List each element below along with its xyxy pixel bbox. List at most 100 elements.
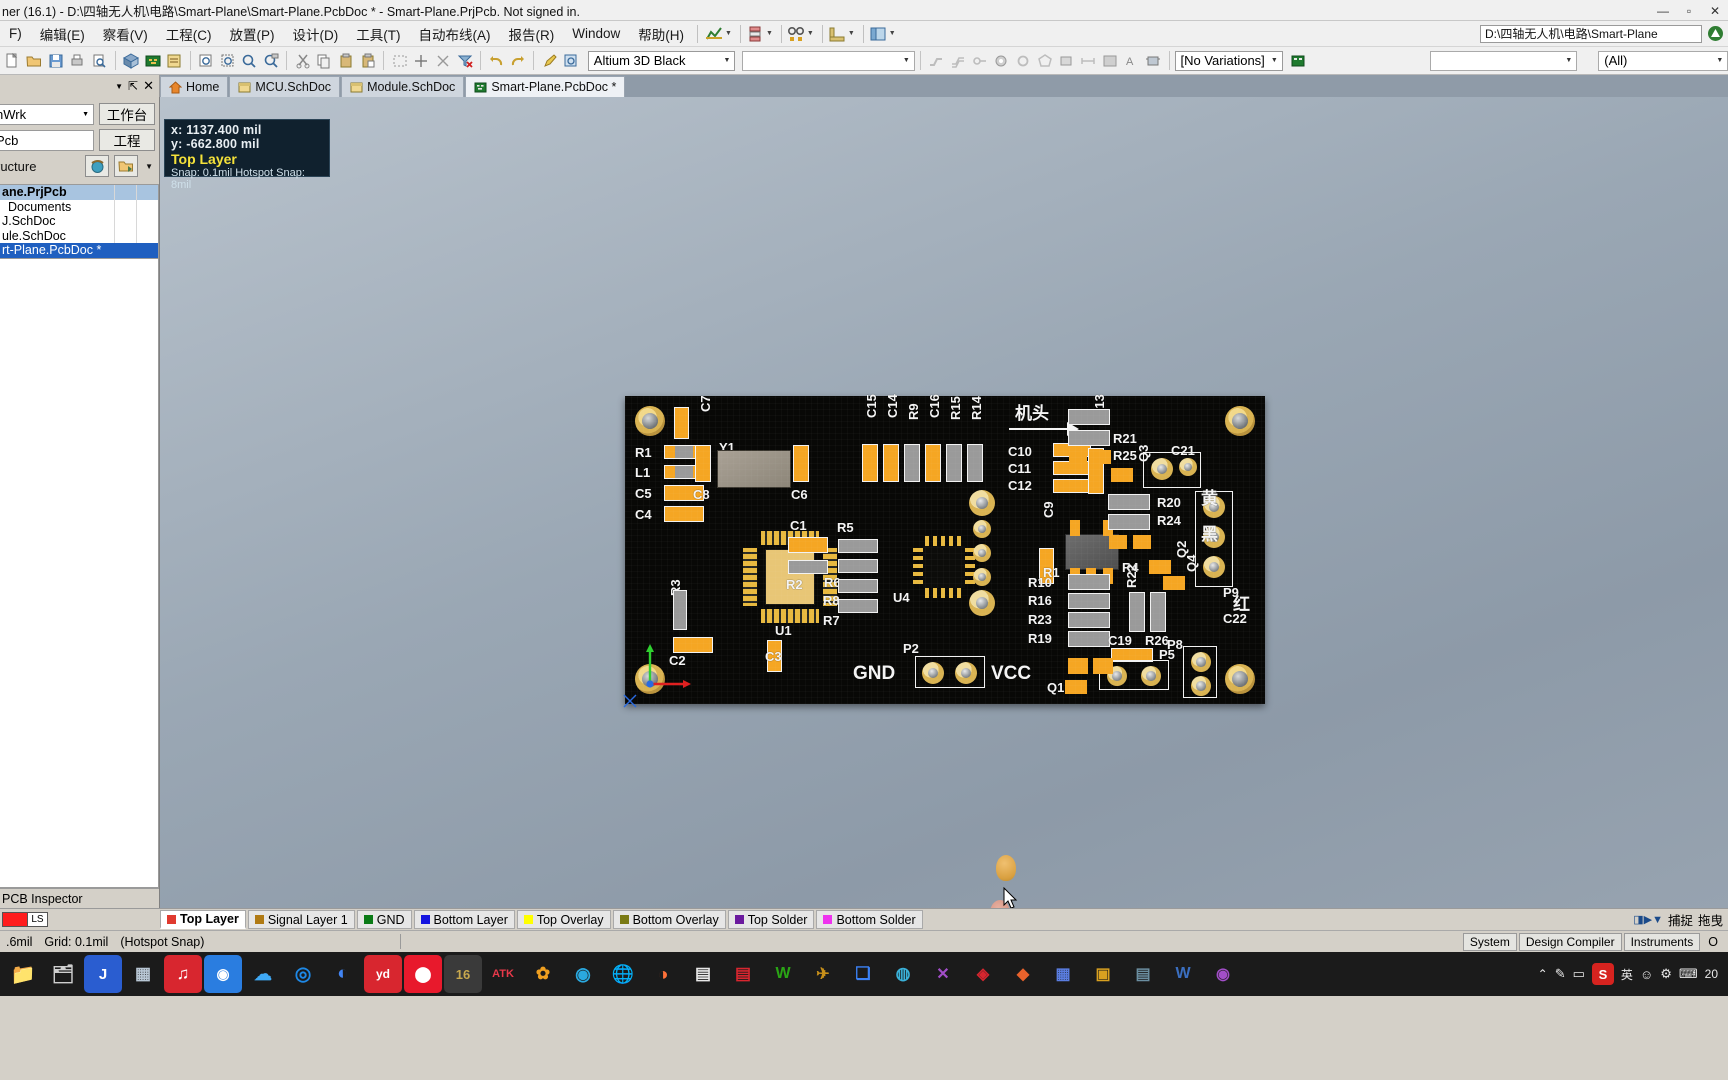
app4-icon[interactable]: ◉ [1204, 955, 1242, 993]
tray-chevron-icon[interactable]: ⌃ [1538, 967, 1548, 981]
p5-pin-2[interactable] [1141, 666, 1161, 686]
layer-tab-signal-layer-1[interactable]: Signal Layer 1 [247, 910, 355, 929]
pad-r15[interactable] [946, 444, 962, 482]
pad-c7[interactable] [674, 407, 689, 439]
via-5[interactable] [969, 590, 995, 616]
undo-icon[interactable] [486, 50, 507, 71]
pad-r16[interactable] [1068, 593, 1110, 609]
panel-pin-icon[interactable]: ⇱ [128, 79, 138, 93]
wechat-icon[interactable]: ✈ [804, 955, 842, 993]
active-layer-color-swatch[interactable] [2, 912, 28, 927]
tab-smart-plane-pcbdoc[interactable]: Smart-Plane.PcbDoc * [465, 76, 626, 97]
cut-icon[interactable] [292, 50, 313, 71]
app2-icon[interactable]: ▣ [1084, 955, 1122, 993]
c21-pin-1[interactable] [1151, 458, 1173, 480]
pad-c6[interactable] [793, 445, 809, 482]
menu-reports[interactable]: 报告(R) [500, 21, 564, 47]
layer-tab-top-solder[interactable]: Top Solder [727, 910, 815, 929]
copy-icon[interactable] [314, 50, 335, 71]
firefox-icon[interactable]: ◑ [644, 955, 682, 993]
mask-level-icon[interactable]: ◨▶▼ [1633, 913, 1663, 926]
p2-pin-vcc[interactable] [955, 662, 977, 684]
sogou-input-icon[interactable]: S [1591, 963, 1614, 985]
menu-file[interactable]: F) [0, 23, 31, 44]
window-icon[interactable]: ❏ [844, 955, 882, 993]
layer-tab-bottom-overlay[interactable]: Bottom Overlay [612, 910, 726, 929]
open-document-icon[interactable] [24, 50, 45, 71]
project-path-field[interactable]: D:\四轴无人机\电路\Smart-Plane [1480, 24, 1702, 43]
zoom-in-icon[interactable] [239, 50, 260, 71]
pad-r26-res[interactable] [1150, 592, 1166, 632]
menu-window[interactable]: Window [563, 23, 629, 44]
maximize-button[interactable]: ▫ [1676, 0, 1702, 21]
pad-r21[interactable] [1068, 409, 1110, 425]
schematic-doc-icon[interactable] [164, 50, 185, 71]
flash-icon[interactable]: ▦ [124, 955, 162, 993]
chevron-down-icon-filter[interactable]: ▼ [1565, 57, 1572, 64]
word-icon[interactable]: W [1164, 955, 1202, 993]
board-regions-icon[interactable] [869, 25, 887, 43]
via-3[interactable] [973, 544, 991, 562]
redo-icon[interactable] [508, 50, 529, 71]
pad-c12[interactable] [1053, 479, 1091, 493]
baidu-icon[interactable]: ◉ [204, 955, 242, 993]
menu-place[interactable]: 放置(P) [221, 21, 284, 47]
deselect-icon[interactable] [433, 50, 454, 71]
yd-icon[interactable]: yd [364, 955, 402, 993]
p2-pin-gnd[interactable] [922, 662, 944, 684]
net-analysis-icon[interactable] [705, 25, 723, 43]
paste-special-icon[interactable] [358, 50, 379, 71]
pad-r9[interactable] [904, 444, 920, 482]
status-button-design-compiler[interactable]: Design Compiler [1518, 932, 1622, 951]
minimize-button[interactable]: — [1650, 0, 1676, 21]
chevron-down-icon-all[interactable]: ▼ [1716, 57, 1723, 64]
open-project-icon[interactable] [114, 155, 139, 177]
tray-settings-icon[interactable]: ⚙ [1660, 966, 1672, 982]
qq-icon[interactable]: ◍ [884, 955, 922, 993]
pad-q4[interactable] [1163, 576, 1185, 590]
pad-r6[interactable] [838, 559, 878, 573]
calc-icon[interactable]: ▦ [1044, 955, 1082, 993]
route-diff-icon[interactable] [947, 50, 968, 71]
room-icon[interactable] [1099, 50, 1120, 71]
chrome-icon[interactable]: ◐ [324, 955, 362, 993]
tray-smiley-icon[interactable]: ☺ [1640, 967, 1653, 982]
browser-icon[interactable]: ◎ [284, 955, 322, 993]
tray-pen-icon[interactable]: ✎ [1555, 966, 1566, 982]
pad-icon[interactable] [991, 50, 1012, 71]
menu-tools[interactable]: 工具(T) [347, 21, 409, 47]
edge-icon[interactable]: ◉ [564, 955, 602, 993]
jianguo-icon[interactable]: J [84, 955, 122, 993]
component-icon[interactable] [1143, 50, 1164, 71]
via-1[interactable] [969, 490, 995, 516]
route-interactive-icon[interactable] [926, 50, 947, 71]
string-icon[interactable]: A [1121, 50, 1142, 71]
polygon-icon[interactable] [1034, 50, 1055, 71]
select-area-icon[interactable] [389, 50, 410, 71]
menu-view[interactable]: 察看(V) [94, 21, 157, 47]
layer-sets-button[interactable]: LS [28, 912, 48, 927]
menu-autoroute[interactable]: 自动布线(A) [410, 21, 500, 47]
app3-icon[interactable]: ▤ [1124, 955, 1162, 993]
variant-manager-icon[interactable] [1288, 50, 1309, 71]
via-4[interactable] [973, 568, 991, 586]
file-explorer-icon[interactable]: 📁 [4, 955, 42, 993]
pcb-inspector-footer[interactable]: PCB Inspector [0, 888, 159, 908]
chevron-down-icon-structure[interactable]: ▼ [143, 162, 155, 171]
notes-icon[interactable]: ▤ [684, 955, 722, 993]
menu-design[interactable]: 设计(D) [284, 21, 348, 47]
tree-item-smart-plane-pcbdoc[interactable]: rt-Plane.PcbDoc * [0, 243, 158, 258]
chevron-down-icon-workspace[interactable]: ▼ [82, 111, 89, 118]
pcb-board-icon[interactable] [142, 50, 163, 71]
pad-r20[interactable] [1108, 494, 1150, 510]
pad-c15[interactable] [862, 444, 878, 482]
print-icon[interactable] [67, 50, 88, 71]
layer-tab-gnd[interactable]: GND [356, 910, 412, 929]
layer-style-combo[interactable]: Altium 3D Black ▼ [587, 50, 736, 71]
atk-icon[interactable]: ATK [484, 955, 522, 993]
print-preview-icon[interactable] [89, 50, 110, 71]
tray-battery-icon[interactable]: ▭ [1573, 966, 1585, 982]
tray-language-label[interactable]: 英 [1621, 966, 1633, 983]
pcb-canvas[interactable]: x: 1137.400 mil y: -662.800 mil Top Laye… [160, 97, 1728, 908]
highlight-icon[interactable] [539, 50, 560, 71]
